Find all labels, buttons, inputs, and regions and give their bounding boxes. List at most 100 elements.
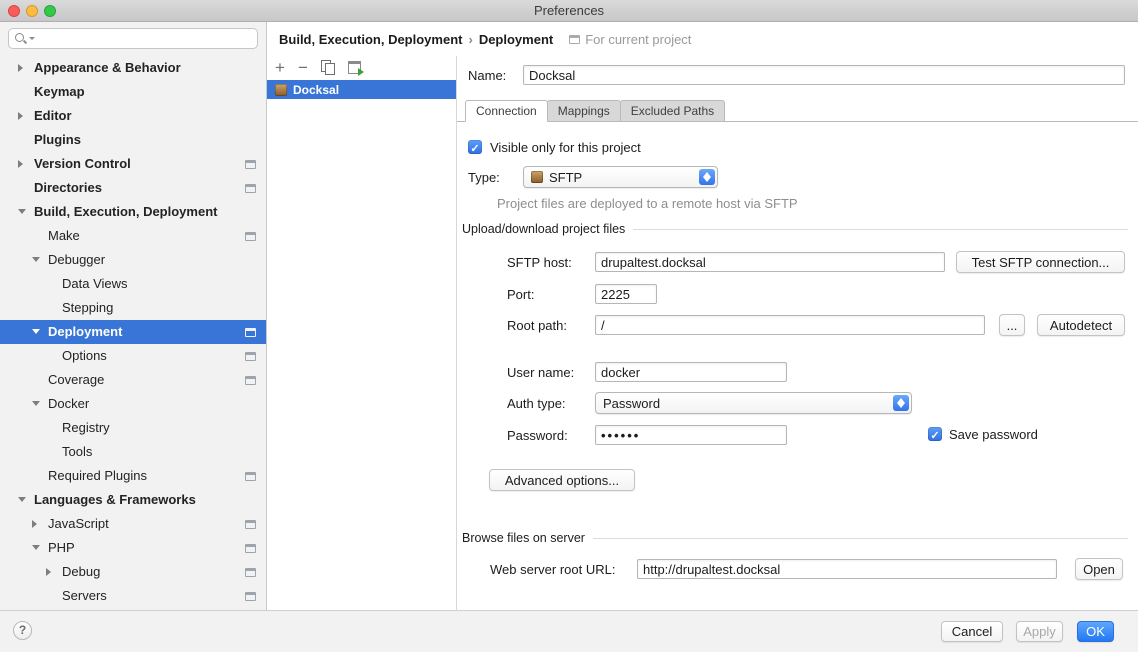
sftp-host-input[interactable] xyxy=(595,252,945,272)
sidebar-item-debug[interactable]: Debug xyxy=(0,560,266,584)
chevron-down-icon xyxy=(32,392,48,416)
current-project-context: For current project xyxy=(569,32,691,47)
help-label: ? xyxy=(19,623,26,637)
auth-type-select[interactable]: Password xyxy=(595,392,912,414)
sidebar-item-keymap[interactable]: Keymap xyxy=(0,80,266,104)
user-name-input[interactable] xyxy=(595,362,787,382)
sidebar-item-options[interactable]: Options xyxy=(0,344,266,368)
type-select[interactable]: SFTP xyxy=(523,166,718,188)
sidebar-item-make[interactable]: Make xyxy=(0,224,266,248)
web-root-input[interactable] xyxy=(637,559,1057,579)
traffic-lights xyxy=(8,5,56,17)
titlebar: Preferences xyxy=(0,0,1138,22)
visible-project-checkbox[interactable]: ✓ xyxy=(468,140,482,154)
tab-divider xyxy=(457,121,1138,122)
auth-type-selected-value: Password xyxy=(603,396,911,411)
use-as-default-icon[interactable] xyxy=(348,61,361,74)
sidebar-item-registry[interactable]: Registry xyxy=(0,416,266,440)
chevron-right-icon xyxy=(18,152,34,176)
sidebar-item-languages-frameworks[interactable]: Languages & Frameworks xyxy=(0,488,266,512)
open-button[interactable]: Open xyxy=(1075,558,1123,580)
sidebar-item-tools[interactable]: Tools xyxy=(0,440,266,464)
ok-button[interactable]: OK xyxy=(1077,621,1114,642)
server-list-item-docksal[interactable]: Docksal xyxy=(267,80,456,99)
chevron-right-icon xyxy=(32,512,48,536)
chevron-down-icon xyxy=(18,200,34,224)
check-icon: ✓ xyxy=(930,430,939,442)
sidebar-item-servers[interactable]: Servers xyxy=(0,584,266,608)
help-button[interactable]: ? xyxy=(13,621,32,640)
section-divider xyxy=(633,229,1128,230)
project-settings-icon xyxy=(245,544,256,553)
root-path-input[interactable] xyxy=(595,315,985,335)
cancel-button[interactable]: Cancel xyxy=(941,621,1003,642)
tab-connection[interactable]: Connection xyxy=(465,100,548,122)
sidebar-item-javascript[interactable]: JavaScript xyxy=(0,512,266,536)
tab-mappings[interactable]: Mappings xyxy=(547,100,621,122)
auth-type-label: Auth type: xyxy=(507,396,566,412)
save-password-checkbox[interactable]: ✓ xyxy=(928,427,942,441)
settings-sidebar: Appearance & Behavior Keymap Editor Plug… xyxy=(0,22,267,610)
type-label: Type: xyxy=(468,170,500,186)
sidebar-item-debugger[interactable]: Debugger xyxy=(0,248,266,272)
name-input[interactable] xyxy=(523,65,1125,85)
sidebar-item-php[interactable]: PHP xyxy=(0,536,266,560)
password-label: Password: xyxy=(507,428,568,444)
sftp-icon xyxy=(531,171,543,183)
browse-section-label: Browse files on server xyxy=(462,531,585,545)
sidebar-item-editor[interactable]: Editor xyxy=(0,104,266,128)
visible-project-label: Visible only for this project xyxy=(490,140,641,156)
breadcrumb-current: Deployment xyxy=(479,32,553,47)
dropdown-stepper-icon xyxy=(699,169,715,185)
sidebar-item-coverage[interactable]: Coverage xyxy=(0,368,266,392)
browse-root-path-button[interactable]: ... xyxy=(999,314,1025,336)
project-settings-icon xyxy=(245,520,256,529)
project-settings-icon xyxy=(245,160,256,169)
search-scope-chevron-icon xyxy=(29,37,35,40)
save-password-label: Save password xyxy=(949,427,1038,443)
password-input[interactable] xyxy=(595,425,787,445)
current-project-label: For current project xyxy=(585,32,691,47)
sidebar-item-deployment[interactable]: Deployment xyxy=(0,320,266,344)
sftp-server-icon xyxy=(275,84,287,96)
upload-section-header: Upload/download project files xyxy=(462,221,1128,237)
chevron-right-icon xyxy=(18,104,34,128)
sidebar-item-data-views[interactable]: Data Views xyxy=(0,272,266,296)
add-icon[interactable]: + xyxy=(275,59,285,76)
section-divider xyxy=(593,538,1128,539)
project-settings-icon xyxy=(245,232,256,241)
sidebar-item-appearance-behavior[interactable]: Appearance & Behavior xyxy=(0,56,266,80)
port-label: Port: xyxy=(507,287,534,303)
minimize-window-button[interactable] xyxy=(26,5,38,17)
search-input[interactable] xyxy=(8,28,258,49)
copy-icon[interactable] xyxy=(321,60,335,74)
sidebar-item-docker[interactable]: Docker xyxy=(0,392,266,416)
close-window-button[interactable] xyxy=(8,5,20,17)
tab-excluded-paths[interactable]: Excluded Paths xyxy=(620,100,725,122)
autodetect-button[interactable]: Autodetect xyxy=(1037,314,1125,336)
apply-button[interactable]: Apply xyxy=(1016,621,1063,642)
sidebar-item-stepping[interactable]: Stepping xyxy=(0,296,266,320)
project-settings-icon xyxy=(245,328,256,337)
sidebar-item-plugins[interactable]: Plugins xyxy=(0,128,266,152)
search-icon xyxy=(14,32,27,45)
test-sftp-connection-button[interactable]: Test SFTP connection... xyxy=(956,251,1125,273)
remove-icon[interactable]: − xyxy=(298,59,308,76)
root-path-label: Root path: xyxy=(507,318,567,334)
chevron-down-icon xyxy=(18,488,34,512)
port-input[interactable] xyxy=(595,284,657,304)
sidebar-item-directories[interactable]: Directories xyxy=(0,176,266,200)
name-label: Name: xyxy=(468,68,506,84)
zoom-window-button[interactable] xyxy=(44,5,56,17)
chevron-down-icon xyxy=(32,248,48,272)
server-list-toolbar: + − xyxy=(267,56,456,78)
advanced-options-button[interactable]: Advanced options... xyxy=(489,469,635,491)
browse-section-header: Browse files on server xyxy=(462,530,1128,546)
sidebar-item-build-execution-deployment[interactable]: Build, Execution, Deployment xyxy=(0,200,266,224)
breadcrumb-root[interactable]: Build, Execution, Deployment xyxy=(279,32,462,47)
settings-tree: Appearance & Behavior Keymap Editor Plug… xyxy=(0,56,266,608)
sidebar-item-required-plugins[interactable]: Required Plugins xyxy=(0,464,266,488)
type-selected-value: SFTP xyxy=(549,170,717,185)
sidebar-item-version-control[interactable]: Version Control xyxy=(0,152,266,176)
breadcrumb: Build, Execution, Deployment › Deploymen… xyxy=(267,22,1138,56)
